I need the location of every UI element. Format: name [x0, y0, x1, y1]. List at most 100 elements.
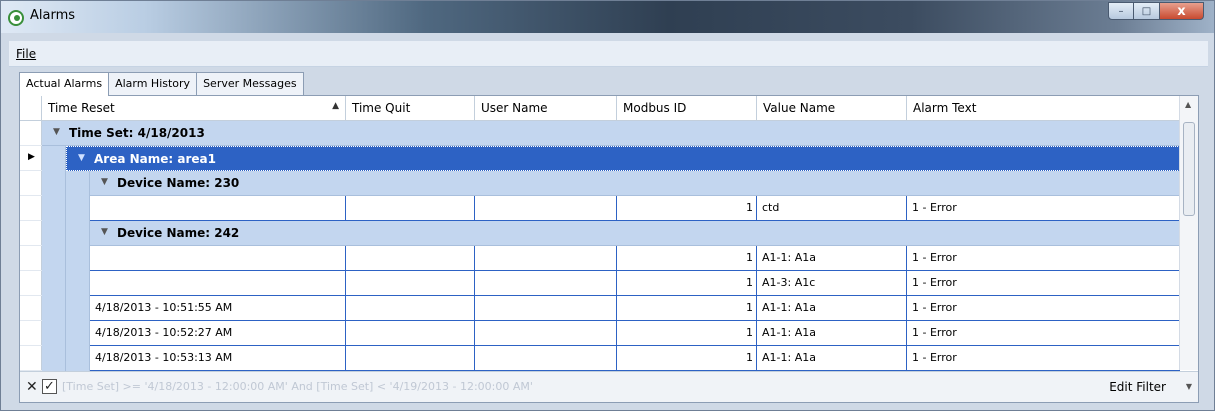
cell-value-name[interactable]: A1-1: A1a	[757, 346, 907, 370]
cell-time-quit[interactable]	[346, 271, 475, 295]
group-row-device-242[interactable]: ▼ Device Name: 242	[90, 221, 1180, 246]
cell-time-reset[interactable]	[90, 271, 346, 295]
group-row-time-set[interactable]: ▼ Time Set: 4/18/2013	[42, 121, 1180, 146]
cell-modbus-id[interactable]: 1	[617, 271, 757, 295]
app-logo-icon	[8, 10, 24, 26]
scroll-down-icon[interactable]: ▼	[1186, 382, 1192, 391]
window-title: Alarms	[30, 8, 76, 23]
scroll-thumb[interactable]	[1183, 122, 1195, 216]
cell-value-name[interactable]: A1-3: A1c	[757, 271, 907, 295]
window-controls: – □ x	[1108, 2, 1204, 20]
close-button[interactable]: x	[1160, 2, 1204, 20]
title-bar[interactable]: Alarms – □ x	[1, 1, 1214, 33]
cell-alarm-text[interactable]: 1 - Error	[907, 196, 1180, 220]
cell-time-reset[interactable]: 4/18/2013 - 10:53:13 AM	[90, 346, 346, 370]
row-indicator-column: ▶	[20, 121, 42, 371]
row-indicator[interactable]	[20, 346, 42, 371]
cell-modbus-id[interactable]: 1	[617, 296, 757, 320]
group-indent-level-2	[66, 171, 90, 371]
minimize-button[interactable]: –	[1108, 2, 1134, 20]
cell-modbus-id[interactable]: 1	[617, 321, 757, 345]
row-indicator[interactable]	[20, 221, 42, 246]
cell-alarm-text[interactable]: 1 - Error	[907, 246, 1180, 270]
cell-time-reset[interactable]	[90, 246, 346, 270]
tab-alarm-history[interactable]: Alarm History	[108, 72, 198, 95]
filter-enabled-checkbox[interactable]: ✓	[42, 379, 57, 394]
row-indicator[interactable]	[20, 321, 42, 346]
cell-alarm-text[interactable]: 1 - Error	[907, 346, 1180, 370]
cell-user-name[interactable]	[475, 271, 617, 295]
filter-expression[interactable]: [Time Set] >= '4/18/2013 - 12:00:00 AM' …	[62, 380, 533, 393]
sort-ascending-icon: ▲	[332, 101, 339, 111]
menu-bar: File	[9, 41, 1208, 67]
menu-file[interactable]: File	[16, 47, 36, 61]
cell-value-name[interactable]: A1-1: A1a	[757, 296, 907, 320]
clear-filter-icon[interactable]: ✕	[26, 379, 38, 395]
column-header-label: Time Reset	[48, 101, 115, 115]
column-header-user-name[interactable]: User Name	[475, 96, 617, 120]
cell-user-name[interactable]	[475, 296, 617, 320]
cell-alarm-text[interactable]: 1 - Error	[907, 321, 1180, 345]
scroll-up-icon[interactable]: ▲	[1185, 100, 1191, 109]
tab-server-messages[interactable]: Server Messages	[196, 72, 304, 95]
grid-header: Time Reset ▲ Time Quit User Name Modbus …	[20, 96, 1180, 121]
table-row[interactable]: 4/18/2013 - 10:53:13 AM 1 A1-1: A1a 1 - Err…	[90, 346, 1180, 371]
column-header-value-name[interactable]: Value Name	[757, 96, 907, 120]
current-row-pointer-icon: ▶	[28, 152, 35, 162]
group-row-device-230[interactable]: ▼ Device Name: 230	[90, 171, 1180, 196]
row-indicator[interactable]	[20, 246, 42, 271]
row-indicator[interactable]	[20, 171, 42, 196]
cell-time-reset[interactable]: 4/18/2013 - 10:52:27 AM	[90, 321, 346, 345]
cell-time-reset[interactable]	[90, 196, 346, 220]
cell-user-name[interactable]	[475, 346, 617, 370]
cell-value-name[interactable]: A1-1: A1a	[757, 246, 907, 270]
cell-value-name[interactable]: A1-1: A1a	[757, 321, 907, 345]
cell-time-quit[interactable]	[346, 321, 475, 345]
tab-actual-alarms[interactable]: Actual Alarms	[19, 72, 110, 96]
cell-time-quit[interactable]	[346, 296, 475, 320]
alarms-window: Alarms – □ x File Actual Alarms Alarm Hi…	[0, 0, 1215, 411]
column-header-alarm-text[interactable]: Alarm Text	[907, 96, 1180, 120]
group-row-area[interactable]: ▼ Area Name: area1	[66, 146, 1180, 171]
cell-user-name[interactable]	[475, 246, 617, 270]
collapse-chevron-icon[interactable]: ▼	[53, 127, 60, 137]
table-row[interactable]: 1 ctd 1 - Error	[90, 196, 1180, 221]
table-row[interactable]: 4/18/2013 - 10:52:27 AM 1 A1-1: A1a 1 - Err…	[90, 321, 1180, 346]
cell-user-name[interactable]	[475, 196, 617, 220]
cell-time-quit[interactable]	[346, 196, 475, 220]
tab-strip: Actual Alarms Alarm History Server Messa…	[19, 72, 304, 96]
vertical-scrollbar[interactable]: ▲	[1179, 96, 1198, 370]
table-row[interactable]: 4/18/2013 - 10:51:55 AM 1 A1-1: A1a 1 - Err…	[90, 296, 1180, 321]
cell-user-name[interactable]	[475, 321, 617, 345]
cell-time-quit[interactable]	[346, 246, 475, 270]
group-indent-level-1	[42, 146, 66, 371]
group-label: Device Name: 230	[117, 176, 240, 190]
cell-modbus-id[interactable]: 1	[617, 196, 757, 220]
cell-time-quit[interactable]	[346, 346, 475, 370]
group-label: Device Name: 242	[117, 226, 240, 240]
header-indicator-cell	[20, 96, 42, 120]
table-row[interactable]: 1 A1-3: A1c 1 - Error	[90, 271, 1180, 296]
cell-modbus-id[interactable]: 1	[617, 346, 757, 370]
row-indicator-current[interactable]: ▶	[20, 146, 42, 171]
group-label: Time Set: 4/18/2013	[69, 126, 205, 140]
cell-alarm-text[interactable]: 1 - Error	[907, 296, 1180, 320]
row-indicator[interactable]	[20, 121, 42, 146]
column-header-time-quit[interactable]: Time Quit	[346, 96, 475, 120]
cell-alarm-text[interactable]: 1 - Error	[907, 271, 1180, 295]
grid-rows: ▼ Time Set: 4/18/2013 ▼ Area Name: area1…	[42, 121, 1180, 371]
cell-value-name[interactable]: ctd	[757, 196, 907, 220]
edit-filter-button[interactable]: Edit Filter	[1109, 380, 1166, 394]
cell-time-reset[interactable]: 4/18/2013 - 10:51:55 AM	[90, 296, 346, 320]
maximize-button[interactable]: □	[1134, 2, 1160, 20]
row-indicator[interactable]	[20, 296, 42, 321]
column-header-time-reset[interactable]: Time Reset ▲	[42, 96, 346, 120]
cell-modbus-id[interactable]: 1	[617, 246, 757, 270]
collapse-chevron-icon[interactable]: ▼	[78, 153, 85, 163]
row-indicator[interactable]	[20, 271, 42, 296]
column-header-modbus-id[interactable]: Modbus ID	[617, 96, 757, 120]
collapse-chevron-icon[interactable]: ▼	[101, 177, 108, 187]
table-row[interactable]: 1 A1-1: A1a 1 - Error	[90, 246, 1180, 271]
collapse-chevron-icon[interactable]: ▼	[101, 227, 108, 237]
row-indicator[interactable]	[20, 196, 42, 221]
